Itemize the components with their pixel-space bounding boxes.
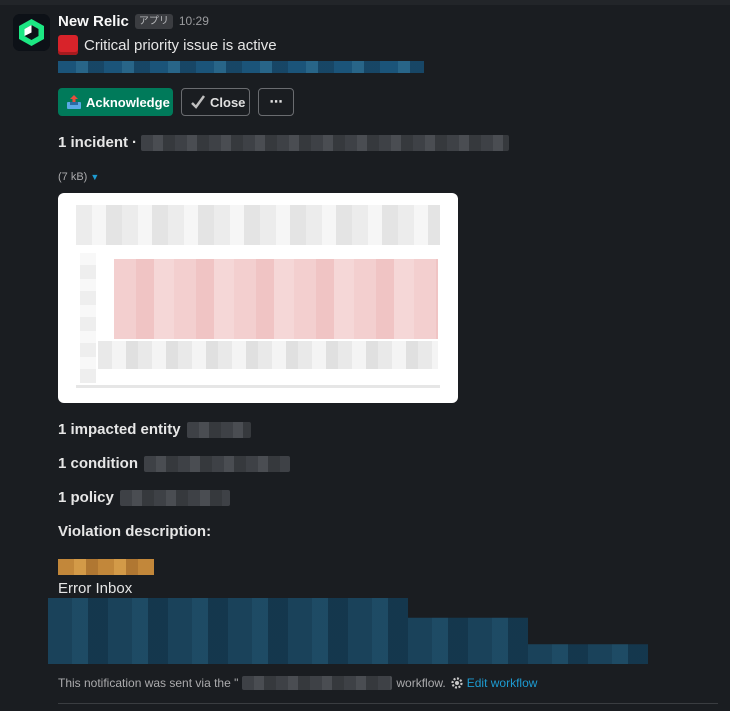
top-divider (0, 0, 730, 5)
app-badge: アプリ (134, 13, 173, 29)
incident-row: 1 incident · (58, 134, 510, 151)
preview-critical-block (114, 259, 438, 339)
policy-label: 1 policy (58, 489, 114, 506)
redacted-violation-links[interactable] (48, 598, 648, 664)
gear-icon (450, 676, 464, 690)
message-header: New Relic アプリ 10:29 (58, 10, 718, 32)
redacted-entity[interactable] (186, 421, 251, 438)
timestamp[interactable]: 10:29 (179, 14, 209, 28)
alert-title-row: Critical priority issue is active (58, 34, 718, 56)
preview-footer-block (98, 341, 438, 369)
new-relic-logo-icon (13, 14, 50, 51)
caret-down-icon: ▼ (90, 172, 100, 182)
check-mark-icon (190, 94, 206, 110)
acknowledge-button[interactable]: Acknowledge (58, 88, 173, 116)
close-button[interactable]: Close (181, 88, 250, 116)
redacted-condition[interactable] (144, 455, 290, 472)
incident-count: 1 incident (58, 134, 129, 151)
more-icon: ⋯ (269, 94, 283, 109)
acknowledge-label: Acknowledge (86, 94, 170, 110)
attachment-size-toggle[interactable]: (7 kB) ▼ (58, 171, 99, 183)
redacted-workflow-name (242, 676, 393, 690)
condition-label: 1 condition (58, 455, 138, 472)
footer-suffix: workflow. (396, 676, 446, 690)
red-square-icon (58, 35, 78, 55)
footer-prefix: This notification was sent via the " (58, 676, 239, 690)
policy-row: 1 policy (58, 489, 230, 506)
incident-separator: · (132, 134, 138, 151)
redacted-violation-tag (58, 559, 154, 575)
alert-title: Critical priority issue is active (84, 36, 277, 54)
new-relic-avatar[interactable] (13, 14, 50, 51)
edit-workflow-link[interactable]: Edit workflow (467, 676, 538, 690)
message: New Relic アプリ 10:29 Critical priority is… (48, 10, 718, 690)
redacted-link[interactable] (58, 61, 424, 73)
violation-heading: Violation description: (58, 523, 211, 540)
preview-divider (76, 385, 440, 388)
attachment-size: (7 kB) (58, 171, 88, 183)
preview-header-block (76, 205, 440, 245)
inbox-tray-icon (66, 94, 82, 110)
sender-name[interactable]: New Relic (58, 13, 129, 30)
violation-description-label: Violation description: (58, 523, 212, 540)
action-buttons: Acknowledge Close ⋯ (58, 88, 294, 116)
redacted-policy[interactable] (119, 489, 230, 506)
bottom-divider (58, 703, 718, 704)
error-inbox-text: Error Inbox (58, 580, 133, 597)
impacted-entity-label: 1 impacted entity (58, 421, 181, 438)
preview-side-block (80, 253, 96, 383)
condition-row: 1 condition (58, 455, 290, 472)
redacted-incident-name[interactable] (141, 134, 510, 151)
attachment-preview-image[interactable] (58, 193, 458, 403)
notification-footer: This notification was sent via the " wor… (58, 676, 537, 690)
close-label: Close (210, 94, 246, 110)
more-actions-button[interactable]: ⋯ (258, 88, 294, 116)
impacted-entity-row: 1 impacted entity (58, 421, 251, 438)
